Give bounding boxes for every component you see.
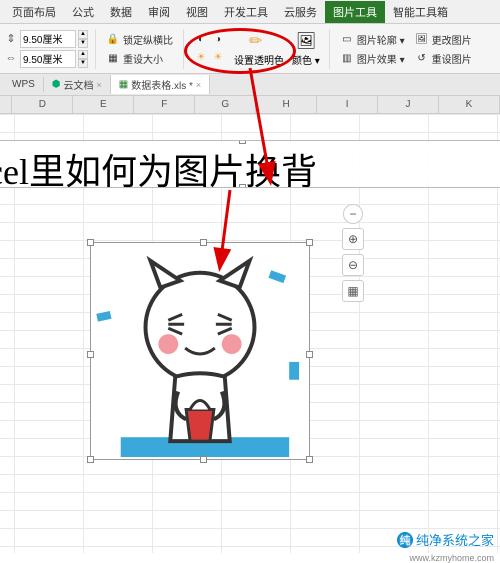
reset-pic-button[interactable]: ↺ 重设图片 xyxy=(412,50,475,67)
float-zoom-in-button[interactable]: ⊕ xyxy=(342,228,364,250)
inserted-image[interactable] xyxy=(90,242,310,460)
tab-file[interactable]: ▦ 数据表格.xls * × xyxy=(111,75,210,94)
sun-row[interactable]: ☀ ☀ xyxy=(191,50,228,66)
wand-icon: ✏ xyxy=(249,31,269,51)
menu-page-layout[interactable]: 页面布局 xyxy=(4,1,64,23)
width-down[interactable]: ▼ xyxy=(78,59,88,68)
title-textbox[interactable]: xcel里如何为图片换背 xyxy=(0,140,500,188)
col-J[interactable]: J xyxy=(378,96,439,113)
ribbon: ⇕ 9.50厘米 ▲▼ ⇔ 9.50厘米 ▲▼ 🔒 锁定纵横比 ▦ 重设大小 ◐… xyxy=(0,24,500,74)
col-F[interactable]: F xyxy=(134,96,195,113)
col-E[interactable]: E xyxy=(73,96,134,113)
close-icon[interactable]: × xyxy=(196,80,201,90)
color-icon: 🖼 xyxy=(296,31,316,51)
height-down[interactable]: ▼ xyxy=(78,39,88,48)
lock-ratio-label: 锁定纵横比 xyxy=(123,32,173,47)
col-K[interactable]: K xyxy=(439,96,500,113)
reset-size-icon: ▦ xyxy=(106,51,120,65)
change-pic-icon: 🖼 xyxy=(415,32,429,46)
lock-icon: 🔒 xyxy=(106,32,120,46)
effect-icon: ▥ xyxy=(340,51,354,65)
col-G[interactable]: G xyxy=(195,96,256,113)
size-group: ⇕ 9.50厘米 ▲▼ ⇔ 9.50厘米 ▲▼ xyxy=(4,30,88,68)
menu-dev-tools[interactable]: 开发工具 xyxy=(216,1,276,23)
col-D[interactable]: D xyxy=(12,96,73,113)
menu-cloud-service[interactable]: 云服务 xyxy=(276,1,325,23)
col-I[interactable]: I xyxy=(317,96,378,113)
tab-cloud-label: 云文档 xyxy=(64,77,94,92)
floating-tools: − ⊕ ⊖ ▦ xyxy=(340,204,366,302)
watermark-text: 纯净系统之家 xyxy=(416,530,494,549)
outline-label: 图片轮廓 ▾ xyxy=(357,32,405,47)
color-button[interactable]: 🖼 颜色 ▾ xyxy=(290,29,322,69)
height-input[interactable]: 9.50厘米 xyxy=(20,30,76,48)
menu-review[interactable]: 审阅 xyxy=(140,1,178,23)
color-label: 颜色 ▾ xyxy=(292,52,320,67)
sun-icon: ☀ xyxy=(194,51,208,65)
outline-button[interactable]: ▭ 图片轮廓 ▾ xyxy=(337,31,408,48)
tab-cloud-doc[interactable]: ⬢ 云文档 × xyxy=(44,75,111,94)
width-icon: ⇔ xyxy=(4,52,18,66)
watermark-logo-icon: 纯 xyxy=(397,532,413,548)
height-up[interactable]: ▲ xyxy=(78,30,88,39)
tab-file-label: 数据表格.xls * xyxy=(131,77,193,92)
menu-picture-tools[interactable]: 图片工具 xyxy=(325,1,385,23)
float-zoom-out-button[interactable]: ⊖ xyxy=(342,254,364,276)
float-minus-button[interactable]: − xyxy=(343,204,363,224)
title-text: xcel里如何为图片换背 xyxy=(0,152,317,188)
sun-icon-2: ☀ xyxy=(211,51,225,65)
set-transparent-button[interactable]: ✏ 设置透明色 xyxy=(232,29,286,69)
watermark-url: www.kzmyhome.com xyxy=(409,553,494,563)
tab-wps-label: WPS xyxy=(12,79,35,90)
width-up[interactable]: ▲ xyxy=(78,50,88,59)
set-transparent-label: 设置透明色 xyxy=(234,52,284,67)
doc-tabs: WPS ⬢ 云文档 × ▦ 数据表格.xls * × xyxy=(0,74,500,96)
cube-icon: ⬢ xyxy=(52,79,61,90)
reset-size-label: 重设大小 xyxy=(123,51,163,66)
brightness-icon: ◑ xyxy=(211,33,225,47)
tab-wps[interactable]: WPS xyxy=(4,77,44,92)
effect-label: 图片效果 ▾ xyxy=(357,51,405,66)
cells-area[interactable]: xcel里如何为图片换背 xyxy=(0,114,500,553)
menu-bar: 页面布局 公式 数据 审阅 视图 开发工具 云服务 图片工具 智能工具箱 xyxy=(0,0,500,24)
contrast-row[interactable]: ◐ ◑ xyxy=(191,32,228,48)
spreadsheet-grid: D E F G H I J K xcel里如何为图片换背 xyxy=(0,96,500,553)
reset-pic-icon: ↺ xyxy=(415,51,429,65)
cat-illustration xyxy=(91,243,309,459)
sheet-icon: ▦ xyxy=(119,79,128,90)
watermark: 纯 纯净系统之家 xyxy=(397,530,494,549)
column-headers: D E F G H I J K xyxy=(0,96,500,114)
width-input[interactable]: 9.50厘米 xyxy=(20,50,76,68)
change-pic-label: 更改图片 xyxy=(432,32,472,47)
change-pic-button[interactable]: 🖼 更改图片 xyxy=(412,31,475,48)
float-layout-button[interactable]: ▦ xyxy=(342,280,364,302)
menu-view[interactable]: 视图 xyxy=(178,1,216,23)
close-icon[interactable]: × xyxy=(97,80,102,90)
menu-formula[interactable]: 公式 xyxy=(64,1,102,23)
lock-ratio-button[interactable]: 🔒 锁定纵横比 xyxy=(103,31,176,48)
menu-smart-toolbox[interactable]: 智能工具箱 xyxy=(385,1,456,23)
reset-size-button[interactable]: ▦ 重设大小 xyxy=(103,50,176,67)
contrast-icon: ◐ xyxy=(194,33,208,47)
reset-pic-label: 重设图片 xyxy=(432,51,472,66)
col-H[interactable]: H xyxy=(256,96,317,113)
height-icon: ⇕ xyxy=(4,32,18,46)
menu-data[interactable]: 数据 xyxy=(102,1,140,23)
effect-button[interactable]: ▥ 图片效果 ▾ xyxy=(337,50,408,67)
outline-icon: ▭ xyxy=(340,32,354,46)
